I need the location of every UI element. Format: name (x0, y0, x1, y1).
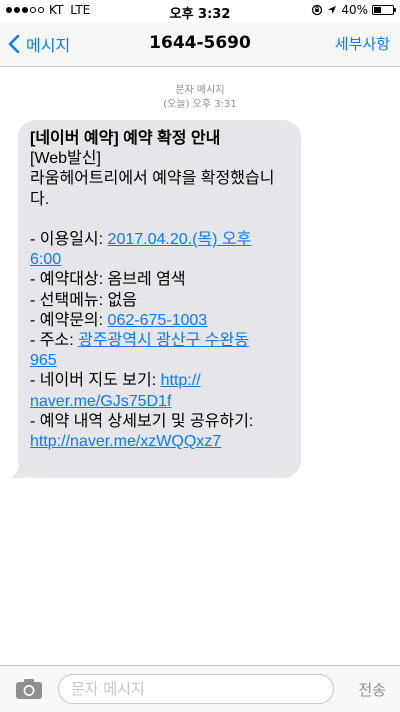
message-line-map: - 네이버 지도 보기: http:// (30, 371, 289, 391)
message-line: [Web발신] (30, 150, 101, 168)
message-type-label: 문자 메시지 (175, 85, 225, 96)
datetime-link[interactable]: 2017.04.20.(목) 오후 (108, 231, 252, 248)
battery-percent: 40% (341, 3, 368, 17)
address-link[interactable]: 965 (30, 352, 57, 369)
details-button[interactable]: 세부사항 (335, 33, 390, 54)
phone-number-link[interactable]: 062-675-1003 (108, 312, 208, 329)
message-timestamp: 문자 메시지 (오늘) 오후 3:31 (0, 84, 400, 112)
message-line-datetime: - 이용일시: 2017.04.20.(목) 오후 (30, 230, 289, 250)
map-label: - 네이버 지도 보기: (30, 372, 161, 390)
message-line: - 선택메뉴: 없음 (30, 291, 137, 309)
map-url-link[interactable]: naver.me/GJs75D1f (30, 393, 171, 410)
address-label: - 주소: (30, 332, 79, 350)
address-link[interactable]: 광주광역시 광산구 수완동 (78, 332, 249, 349)
message-line-details-url: http://naver.me/xzWQQxz7 (30, 432, 289, 452)
location-arrow-icon (328, 6, 337, 14)
message-line-phone: - 예약문의: 062-675-1003 (30, 311, 289, 331)
message-line: 라움헤어트리에서 예약을 확정했습니 (30, 170, 275, 188)
message-time: 오후 3:31 (192, 99, 237, 110)
navigation-bar: 메시지 1644-5690 세부사항 (0, 22, 400, 67)
message-line-address: - 주소: 광주광역시 광산구 수완동 (30, 331, 289, 351)
status-bar: KT LTE 오후 3:32 40% (0, 0, 400, 22)
message-line-address-cont: 965 (30, 351, 289, 371)
rotation-lock-icon (312, 4, 323, 16)
received-message-bubble[interactable]: [네이버 예약] 예약 확정 안내 [Web발신] 라움헤어트리에서 예약을 확… (18, 120, 301, 478)
message-line-title: [네이버 예약] 예약 확정 안내 (30, 130, 221, 147)
message-line: - 예약 내역 상세보기 및 공유하기: (30, 412, 254, 430)
map-url-link[interactable]: http:// (161, 372, 201, 389)
battery-level-fill (374, 7, 381, 13)
datetime-link[interactable]: 6:00 (30, 251, 61, 268)
message-day: (오늘) (163, 99, 190, 110)
send-button[interactable]: 전송 (358, 679, 386, 700)
message-line: - 예약대상: 옴브레 염색 (30, 271, 186, 289)
message-line-datetime-cont: 6:00 (30, 250, 289, 270)
message-line: 다. (30, 190, 50, 208)
message-time-row: (오늘) 오후 3:31 (0, 98, 400, 112)
datetime-label: - 이용일시: (30, 231, 108, 249)
phone-label: - 예약문의: (30, 311, 108, 329)
details-url-link[interactable]: http://naver.me/xzWQQxz7 (30, 433, 221, 450)
battery-icon (372, 5, 396, 15)
message-line-map-cont: naver.me/GJs75D1f (30, 392, 289, 412)
message-input-bar: 전송 (0, 665, 400, 712)
status-right: 40% (311, 3, 396, 17)
camera-icon[interactable] (15, 678, 43, 700)
message-text-field[interactable] (58, 674, 334, 704)
